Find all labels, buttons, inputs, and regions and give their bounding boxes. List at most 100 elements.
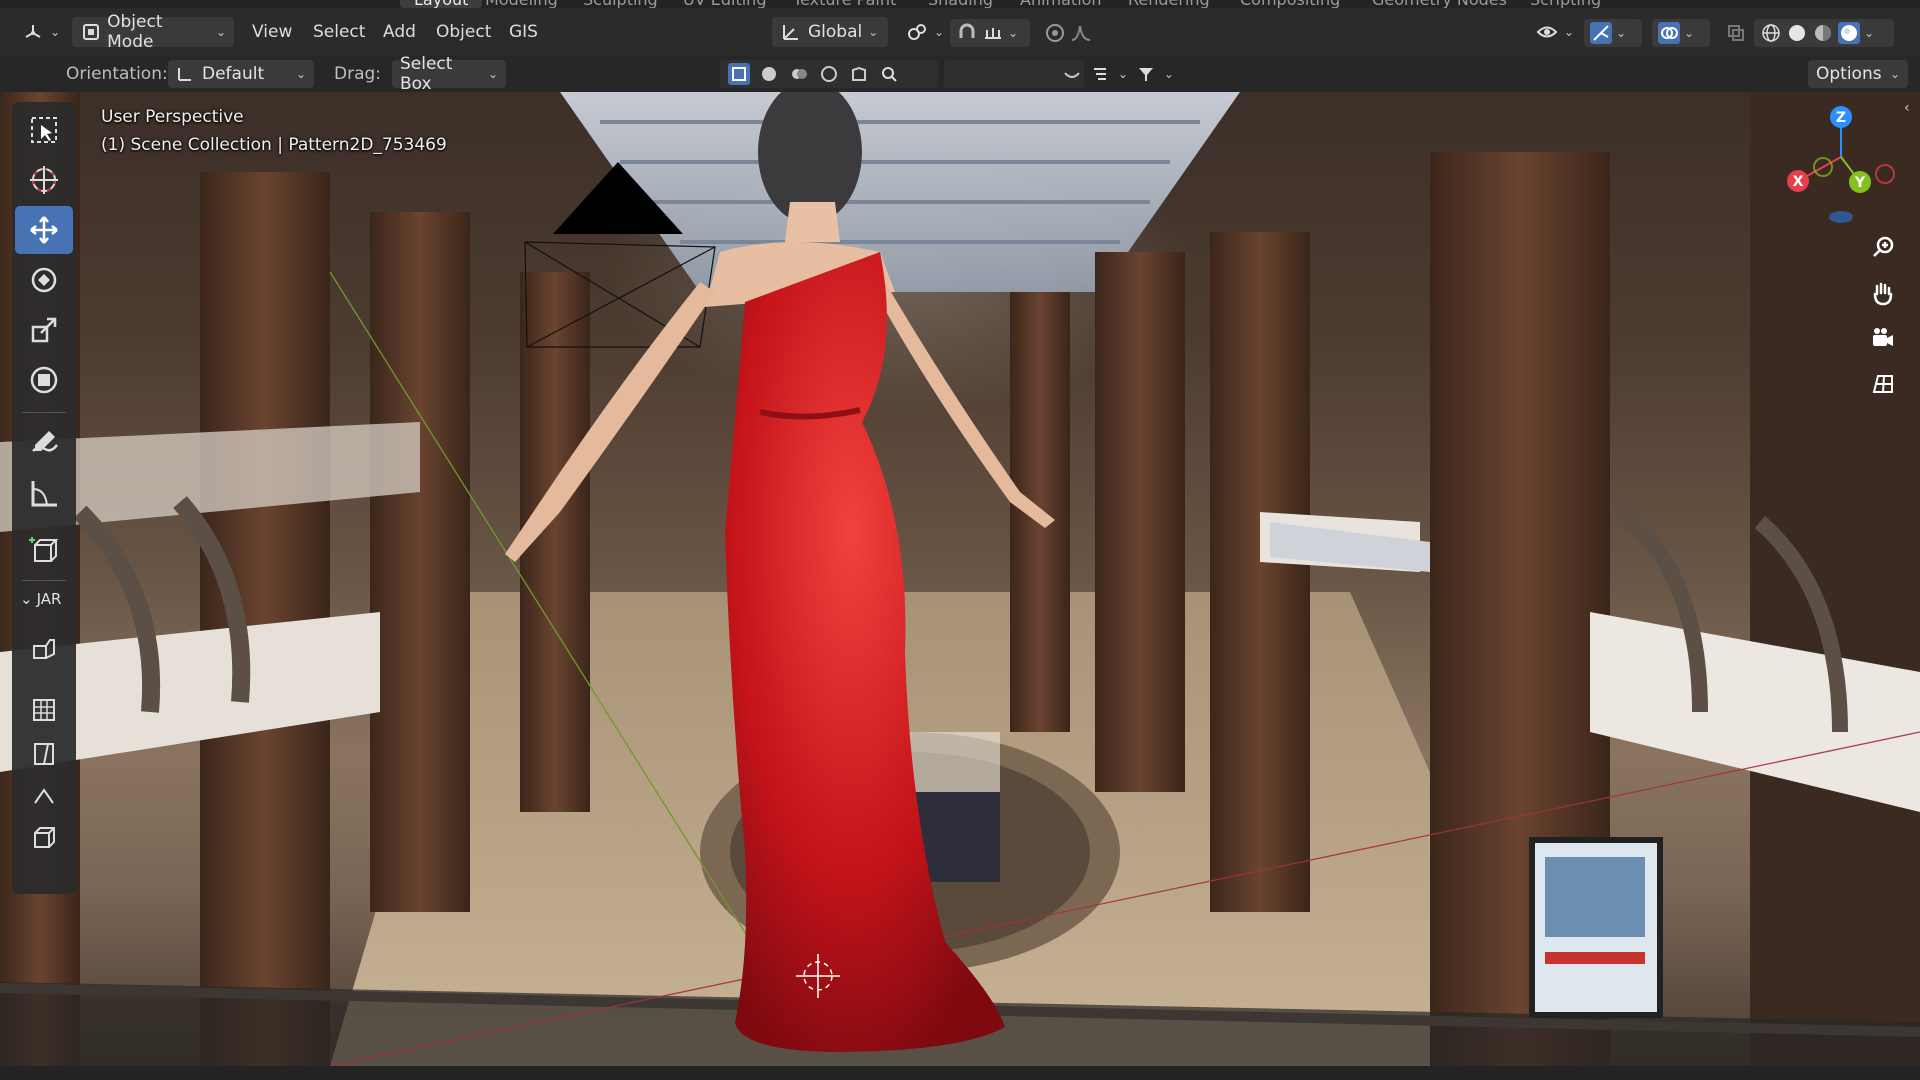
pan-hand-icon: [1873, 282, 1893, 306]
camera-view-button[interactable]: [1866, 321, 1900, 355]
tab-sculpting[interactable]: Sculpting: [583, 0, 658, 8]
panel-tool[interactable]: [15, 730, 73, 778]
menu-select[interactable]: Select: [313, 17, 365, 47]
proportional-edit-group[interactable]: [1038, 19, 1108, 47]
tab-texture-paint[interactable]: Texture Paint: [793, 0, 896, 8]
tab-animation[interactable]: Animation: [1020, 0, 1102, 8]
tab-uv-editing[interactable]: UV Editing: [683, 0, 766, 8]
intersect-mode-icon[interactable]: [848, 63, 870, 85]
gizmo-toggle[interactable]: ⌄: [1584, 19, 1642, 47]
chevron-down-icon: ⌄: [1564, 25, 1575, 39]
annotate-tool[interactable]: [15, 420, 73, 468]
chevron-down-icon: ⌄: [868, 25, 879, 39]
orientation-label: Orientation:: [66, 64, 168, 84]
menu-object[interactable]: Object: [436, 17, 491, 47]
visibility-button[interactable]: ⌄: [1528, 17, 1582, 47]
curve-icon[interactable]: [1062, 63, 1082, 85]
wireframe-shading-icon[interactable]: [1760, 22, 1782, 44]
viewport-render: [0, 92, 1920, 1066]
snap-increment-icon[interactable]: [982, 22, 1004, 44]
rotate-icon: [31, 267, 57, 293]
jar-tool[interactable]: [15, 626, 73, 674]
panel-icon: [34, 743, 54, 765]
chevron-down-icon: ⌄: [215, 25, 226, 39]
navigation-gizmo[interactable]: Z X Y: [1778, 102, 1908, 232]
gizmo-icon[interactable]: [1590, 22, 1612, 44]
gizmo-axis-z[interactable]: Z: [1836, 110, 1846, 126]
transform-icon: [30, 366, 58, 394]
grid-tool[interactable]: [15, 686, 73, 734]
transform-orientation-selector[interactable]: Global ⌄: [772, 17, 888, 47]
orientation-dropdown[interactable]: Default ⌄: [168, 60, 314, 88]
xray-toggle[interactable]: [1720, 19, 1750, 47]
menu-view[interactable]: View: [252, 17, 292, 47]
transform-tool[interactable]: [15, 356, 73, 404]
3d-viewport[interactable]: User Perspective (1) Scene Collection | …: [0, 92, 1920, 1066]
menu-gis[interactable]: GIS: [509, 17, 538, 47]
material-shading-icon[interactable]: [1812, 22, 1834, 44]
box-icon: [34, 827, 55, 848]
editor-type-button[interactable]: ⌄: [14, 17, 68, 47]
select-box-mode-icon[interactable]: [728, 63, 750, 85]
tab-layout[interactable]: Layout: [400, 0, 483, 8]
chevron-down-icon: ⌄: [20, 590, 33, 608]
menu-add[interactable]: Add: [383, 17, 416, 47]
rotate-tool[interactable]: [15, 256, 73, 304]
snap-icon[interactable]: [956, 22, 978, 44]
drag-dropdown[interactable]: Select Box ⌄: [392, 54, 506, 94]
tab-scripting[interactable]: Scripting: [1530, 0, 1601, 8]
gizmo-axis-y[interactable]: Y: [1854, 175, 1866, 191]
proportional-edit-icon[interactable]: [1044, 22, 1066, 44]
select-mode-group[interactable]: [720, 60, 938, 88]
extend-mode-icon[interactable]: [758, 63, 780, 85]
tool-settings-bar: Orientation: Default ⌄ Drag: Select Box …: [0, 54, 1920, 94]
move-tool[interactable]: [15, 206, 73, 254]
invert-mode-icon[interactable]: [818, 63, 840, 85]
curve-icon: [34, 788, 54, 804]
workspace-tabs-bar: Layout Modeling Sculpting UV Editing Tex…: [0, 0, 1920, 8]
search-icon[interactable]: [878, 63, 900, 85]
box-tool[interactable]: [15, 814, 73, 862]
list-icon[interactable]: [1090, 63, 1110, 85]
tool-shelf: ⌄ JAR: [12, 102, 76, 894]
shading-mode-group[interactable]: ⌄: [1754, 19, 1894, 47]
xray-icon[interactable]: [1726, 22, 1746, 44]
pan-button[interactable]: [1866, 276, 1900, 310]
add-cube-tool[interactable]: [15, 526, 73, 574]
viewport-header: ⌄ Object Mode ⌄ View Select Add Object G…: [0, 8, 1920, 56]
pivot-point-button[interactable]: ⌄: [898, 17, 952, 47]
visibility-icon: [1536, 21, 1558, 43]
tab-shading[interactable]: Shading: [928, 0, 993, 8]
options-dropdown[interactable]: Options ⌄: [1808, 60, 1908, 88]
rendered-shading-icon[interactable]: [1838, 22, 1860, 44]
scale-tool[interactable]: [15, 306, 73, 354]
chevron-down-icon: ⌄: [295, 67, 306, 81]
jar-section-header[interactable]: ⌄ JAR: [20, 590, 61, 608]
tab-modeling[interactable]: Modeling: [485, 0, 558, 8]
tab-geometry-nodes[interactable]: Geometry Nodes: [1372, 0, 1507, 8]
snap-group[interactable]: ⌄: [950, 19, 1030, 47]
subtract-mode-icon[interactable]: [788, 63, 810, 85]
sidebar-toggle-icon[interactable]: ‹: [1904, 100, 1910, 116]
drag-label: Drag:: [334, 64, 382, 84]
filter-icon[interactable]: [1136, 63, 1156, 85]
solid-shading-icon[interactable]: [1786, 22, 1808, 44]
curve-tool[interactable]: [15, 772, 73, 820]
camera-view-icon: [1873, 328, 1893, 346]
measure-icon: [31, 481, 57, 507]
overlay-icon[interactable]: [1658, 22, 1680, 44]
gizmo-axis-x[interactable]: X: [1793, 174, 1804, 190]
zoom-button[interactable]: [1866, 230, 1900, 264]
tab-rendering[interactable]: Rendering: [1128, 0, 1210, 8]
select-box-tool[interactable]: [15, 106, 73, 154]
options-label: Options: [1816, 64, 1882, 84]
mode-selector[interactable]: Object Mode ⌄: [72, 12, 234, 52]
toolbar-separator: [22, 412, 66, 413]
measure-tool[interactable]: [15, 470, 73, 518]
falloff-icon[interactable]: [1070, 22, 1092, 44]
cursor-tool[interactable]: [15, 156, 73, 204]
tab-compositing[interactable]: Compositing: [1240, 0, 1340, 8]
overlay-toggle[interactable]: ⌄: [1652, 19, 1710, 47]
ortho-toggle-button[interactable]: [1866, 366, 1900, 400]
filter-group[interactable]: ⌄ ⌄: [1054, 60, 1182, 88]
